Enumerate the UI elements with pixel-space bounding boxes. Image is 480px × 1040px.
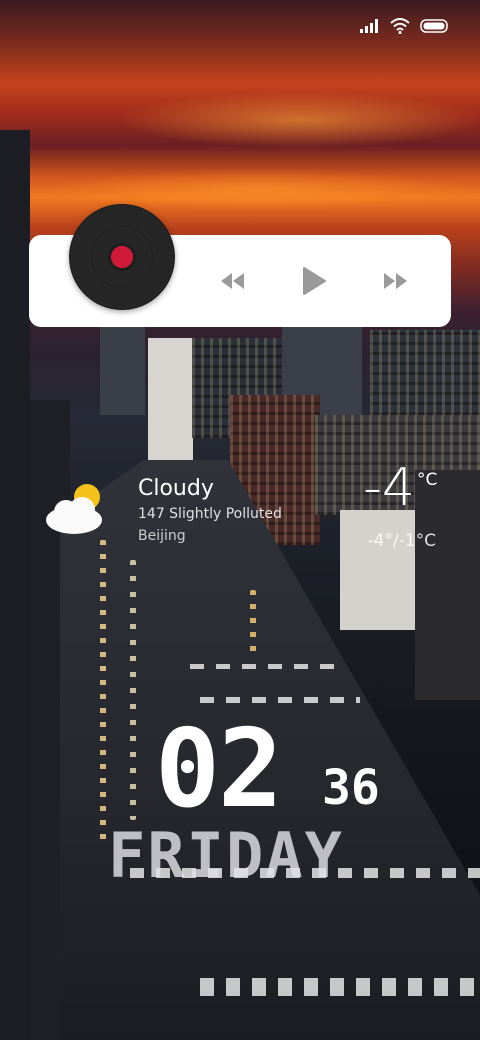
weather-condition: Cloudy (138, 476, 214, 501)
building-windows (370, 330, 480, 415)
building-silhouette (0, 130, 30, 1040)
cellular-signal-icon (360, 19, 380, 33)
current-temperature: -4 (363, 458, 415, 518)
crosswalk (190, 664, 340, 669)
building-silhouette (148, 338, 193, 468)
wifi-icon (390, 18, 410, 34)
crosswalk (200, 697, 360, 703)
play-icon[interactable] (301, 266, 327, 300)
temperature-unit: °C (417, 470, 438, 490)
building-silhouette (340, 510, 420, 630)
air-quality-text: 147 Slightly Polluted (138, 506, 282, 522)
day-of-week: FRIDAY (108, 819, 344, 892)
city-name: Beijing (138, 528, 186, 544)
vinyl-record-icon[interactable] (69, 204, 175, 310)
traffic-lights (250, 590, 256, 660)
crosswalk (200, 978, 480, 996)
status-bar (360, 18, 450, 34)
building-silhouette (100, 325, 145, 415)
traffic-lights (100, 540, 106, 840)
temperature-range: -4°/-1°C (367, 531, 437, 551)
traffic-lights (130, 560, 136, 820)
partly-cloudy-icon (44, 482, 108, 536)
clock-minute: 36 (322, 760, 380, 816)
rewind-icon[interactable] (220, 266, 246, 300)
clock-hour: 02 (155, 707, 283, 832)
fast-forward-icon[interactable] (383, 266, 409, 300)
battery-icon (420, 19, 450, 33)
building-silhouette (415, 470, 480, 700)
